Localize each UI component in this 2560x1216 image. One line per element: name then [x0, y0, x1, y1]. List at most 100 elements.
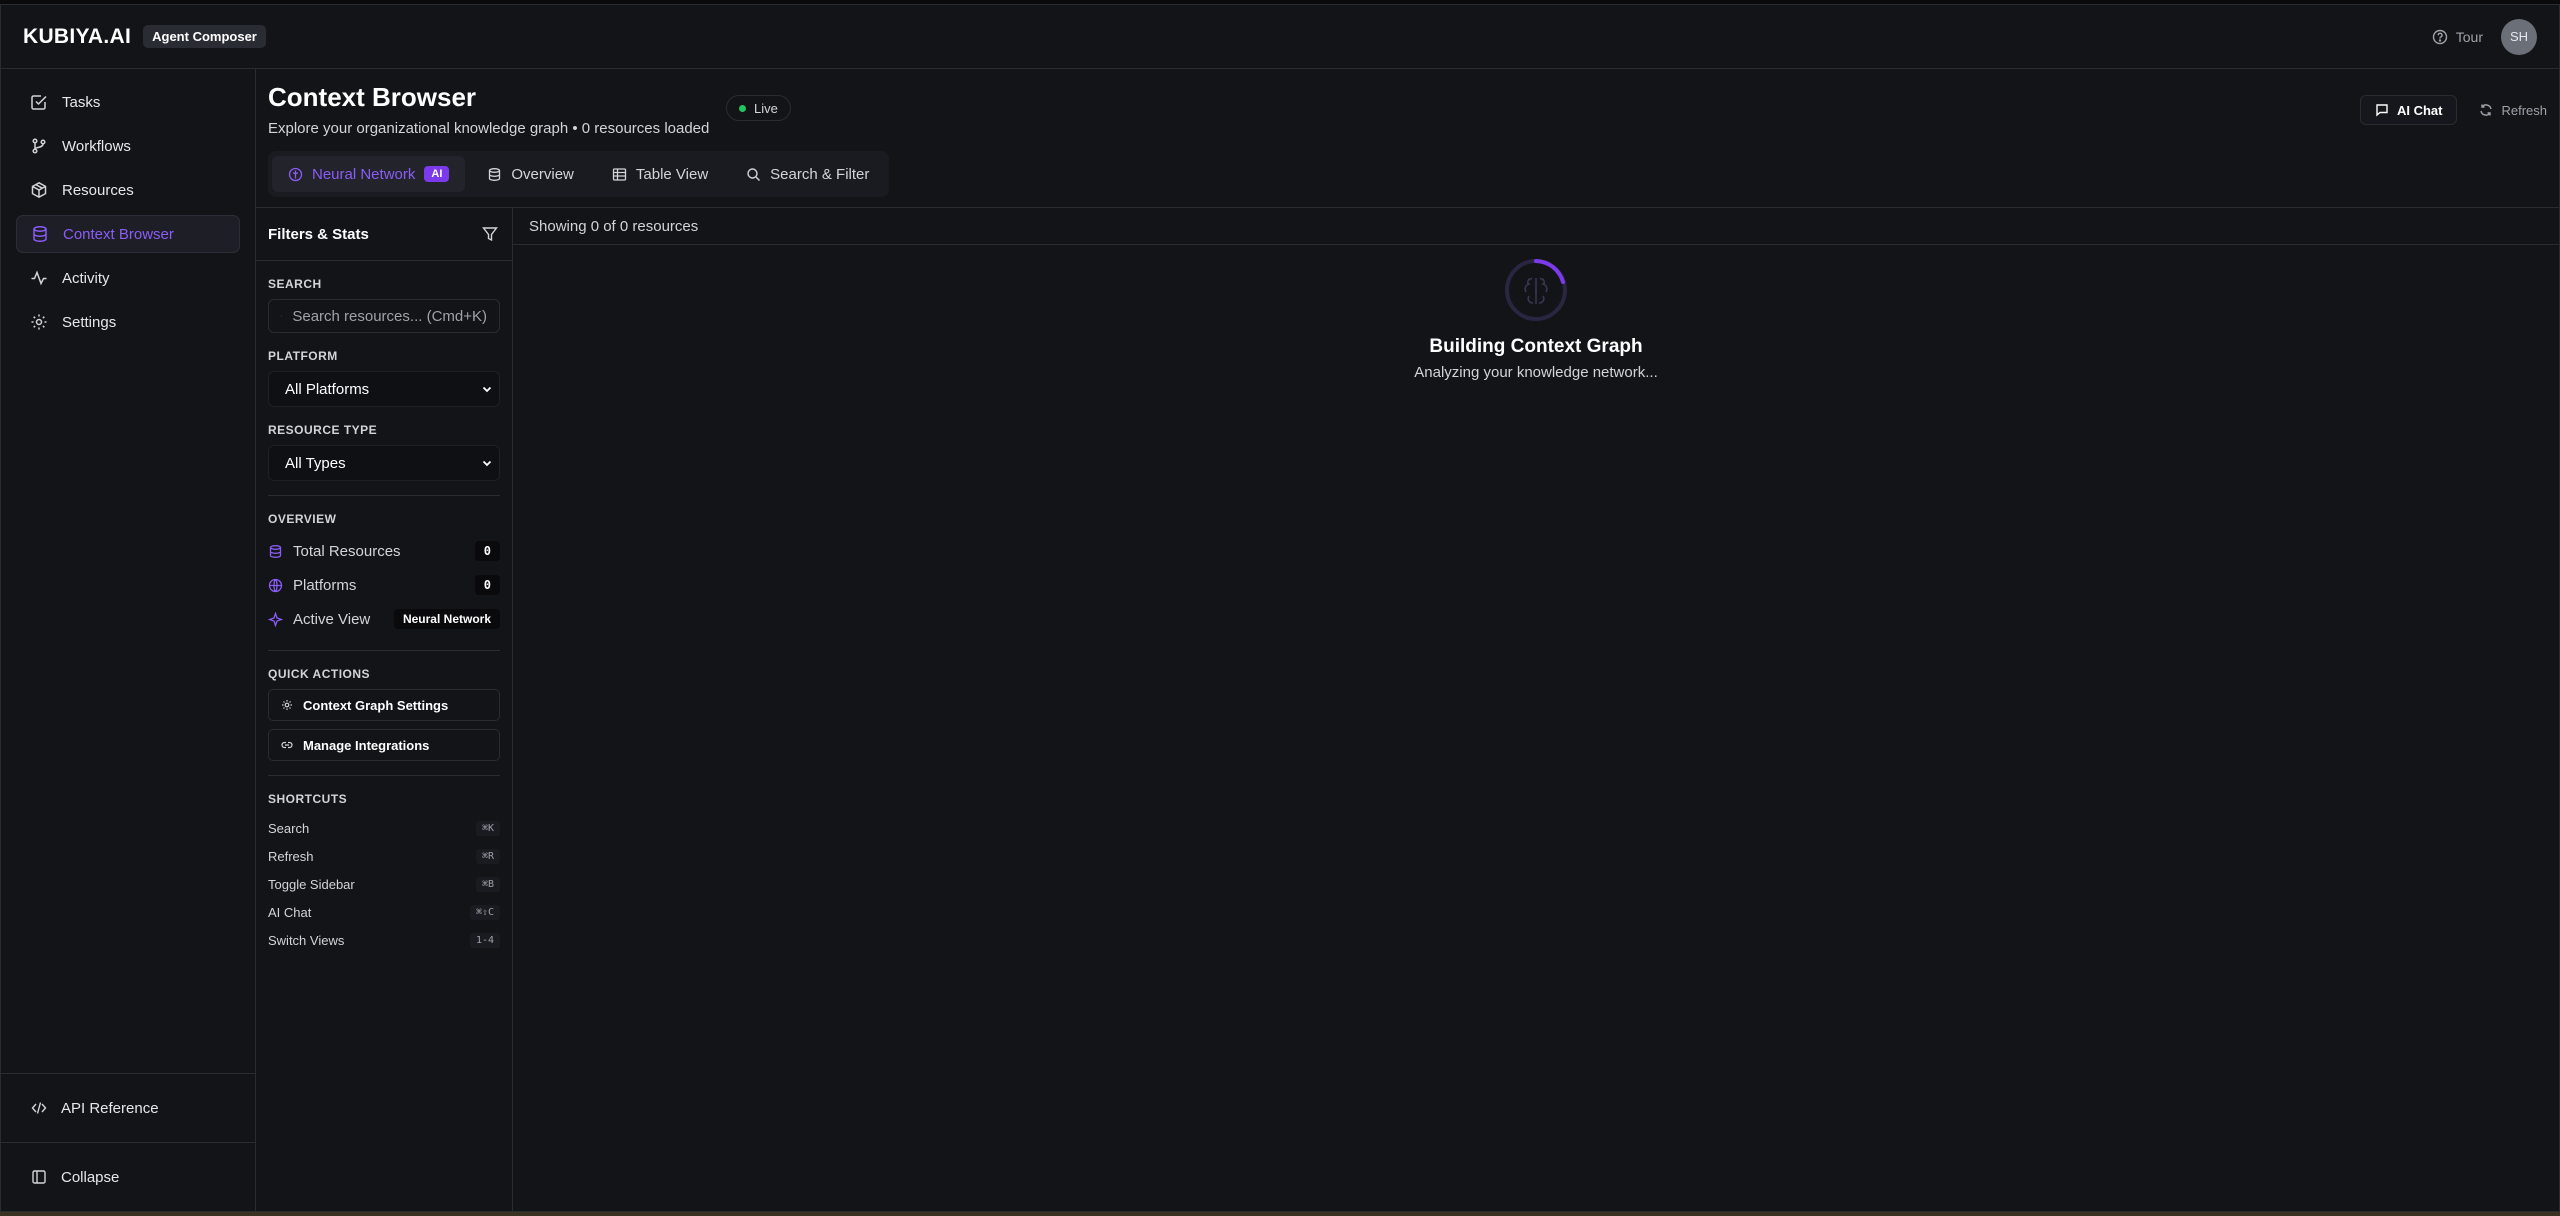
sidebar-item-context-browser[interactable]: Context Browser	[16, 215, 240, 253]
sidebar-item-label: Settings	[62, 313, 117, 331]
divider	[268, 775, 500, 776]
tab-label: Table View	[635, 165, 709, 183]
live-dot-icon	[739, 104, 746, 112]
shortcut-label: Toggle Sidebar	[268, 876, 355, 892]
collapse-label: Collapse	[61, 1168, 120, 1186]
shortcut-label: Refresh	[268, 848, 314, 864]
gear-icon	[282, 700, 292, 710]
api-reference-link[interactable]: API Reference	[1, 1073, 255, 1142]
activity-pulse-icon	[31, 270, 47, 286]
filters-heading: Filters & Stats	[268, 225, 369, 243]
ai-badge: AI	[424, 166, 450, 182]
api-reference-label: API Reference	[61, 1099, 159, 1117]
workflow-branch-icon	[32, 138, 46, 154]
sidebar-item-settings[interactable]: Settings	[16, 303, 240, 341]
loading-spinner-icon	[1504, 258, 1568, 322]
chevron-down-icon	[482, 460, 492, 467]
loading-title: Building Context Graph	[1429, 336, 1643, 357]
context-graph-settings-button[interactable]: Context Graph Settings	[268, 689, 500, 721]
resource-search-input[interactable]: Search resources... (Cmd+K)	[268, 299, 500, 333]
overview-total-resources: Total Resources 0	[268, 534, 500, 568]
shortcut-row: Switch Views 1-4	[268, 926, 500, 954]
quick-action-label: Context Graph Settings	[303, 697, 449, 713]
user-avatar[interactable]: SH	[2501, 18, 2537, 55]
divider	[268, 650, 500, 651]
tab-label: Overview	[511, 165, 574, 183]
task-check-icon	[31, 95, 47, 110]
table-grid-icon	[612, 167, 627, 181]
overview-label: Platforms	[293, 576, 357, 594]
collapse-sidebar-button[interactable]: Collapse	[1, 1142, 255, 1211]
shortcut-key: 1-4	[469, 932, 500, 948]
tab-label: Search & Filter	[770, 165, 870, 183]
filters-panel: Filters & Stats SEARCH Search resources.…	[256, 208, 513, 1211]
main-area: Context Browser Explore your organizatio…	[256, 69, 2559, 1211]
sidebar-item-label: Workflows	[62, 137, 131, 155]
view-tabs: Neural Network AI Overview Table View Se…	[268, 151, 890, 197]
shortcut-label: Switch Views	[268, 932, 345, 948]
sidebar-item-label: Context Browser	[63, 225, 174, 243]
database-icon	[269, 544, 282, 558]
sidebar-item-label: Resources	[62, 181, 134, 199]
gear-icon	[31, 314, 47, 330]
manage-integrations-button[interactable]: Manage Integrations	[268, 729, 500, 761]
top-bar: KUBIYA.AI Agent Composer Tour SH	[1, 5, 2559, 69]
sidebar-item-activity[interactable]: Activity	[16, 259, 240, 297]
tab-overview[interactable]: Overview	[471, 156, 590, 192]
shortcut-key: ⌘R	[475, 848, 500, 864]
page-title: Context Browser	[268, 82, 477, 112]
overview-value: Neural Network	[393, 609, 500, 629]
app-window: KUBIYA.AI Agent Composer Tour SH Tasks W…	[0, 4, 2560, 1212]
live-label: Live	[754, 100, 778, 116]
live-status-badge: Live	[726, 95, 791, 121]
tour-button[interactable]: Tour	[2432, 29, 2483, 45]
shortcut-key: ⌘B	[475, 876, 500, 892]
tab-table-view[interactable]: Table View	[596, 156, 724, 192]
link-icon	[281, 741, 293, 749]
bottom-strip	[0, 1212, 2560, 1216]
code-icon	[31, 1102, 47, 1114]
overview-active-view: Active View Neural Network	[268, 602, 500, 636]
quick-action-label: Manage Integrations	[303, 737, 430, 753]
search-placeholder: Search resources... (Cmd+K)	[292, 307, 487, 325]
loading-state: Building Context Graph Analyzing your kn…	[513, 258, 2559, 381]
search-icon	[281, 315, 283, 317]
brain-icon	[288, 167, 303, 181]
resource-type-select[interactable]: All Types	[268, 445, 500, 481]
tab-search-filter[interactable]: Search & Filter	[730, 156, 885, 192]
refresh-button[interactable]: Refresh	[2467, 95, 2559, 125]
shortcut-row: Search ⌘K	[268, 814, 500, 842]
quick-actions-label: QUICK ACTIONS	[268, 667, 371, 681]
sparkle-icon	[268, 611, 283, 627]
graph-canvas[interactable]: Showing 0 of 0 resources Building Contex…	[513, 208, 2559, 1211]
chevron-down-icon	[482, 386, 492, 393]
sidebar-item-tasks[interactable]: Tasks	[16, 83, 240, 121]
divider	[268, 495, 500, 496]
tab-neural-network[interactable]: Neural Network AI	[272, 156, 466, 192]
type-value: All Types	[285, 454, 346, 472]
sidebar-item-workflows[interactable]: Workflows	[16, 127, 240, 165]
agent-composer-tag: Agent Composer	[143, 25, 266, 48]
shortcut-row: AI Chat ⌘⇧C	[268, 898, 500, 926]
shortcut-row: Toggle Sidebar ⌘B	[268, 870, 500, 898]
database-icon	[33, 226, 47, 242]
overview-label: Active View	[293, 610, 371, 628]
filter-funnel-icon[interactable]	[482, 226, 498, 242]
shortcut-key: ⌘K	[475, 820, 500, 836]
tour-label: Tour	[2455, 28, 2483, 45]
search-section-label: SEARCH	[268, 277, 322, 291]
overview-label: Total Resources	[293, 542, 401, 560]
database-icon	[489, 167, 501, 181]
sidebar-item-resources[interactable]: Resources	[16, 171, 240, 209]
overview-value: 0	[474, 541, 500, 561]
overview-section-label: OVERVIEW	[268, 512, 337, 526]
page-subtitle: Explore your organizational knowledge gr…	[268, 120, 710, 137]
ai-chat-button[interactable]: AI Chat	[2359, 95, 2458, 125]
app-logo[interactable]: KUBIYA.AI	[23, 25, 131, 49]
platform-section-label: PLATFORM	[268, 349, 338, 363]
platform-select[interactable]: All Platforms	[268, 371, 500, 407]
loading-subtitle: Analyzing your knowledge network...	[1414, 364, 1658, 381]
shortcut-label: Search	[268, 820, 310, 836]
help-circle-icon	[2432, 29, 2447, 44]
search-icon	[747, 167, 761, 181]
